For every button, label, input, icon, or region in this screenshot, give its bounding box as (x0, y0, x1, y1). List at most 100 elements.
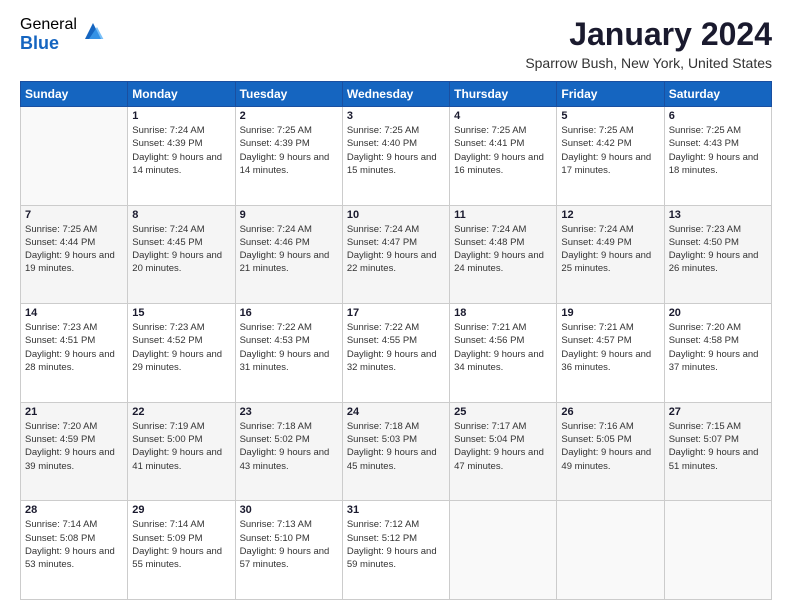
day-number: 20 (669, 307, 767, 319)
calendar-week-4: 21 Sunrise: 7:20 AM Sunset: 4:59 PM Dayli… (21, 402, 772, 501)
day-info: Sunrise: 7:20 AM Sunset: 4:58 PM Dayligh… (669, 321, 767, 374)
day-number: 5 (561, 110, 659, 122)
day-number: 22 (132, 406, 230, 418)
day-info: Sunrise: 7:24 AM Sunset: 4:49 PM Dayligh… (561, 223, 659, 276)
day-info: Sunrise: 7:24 AM Sunset: 4:46 PM Dayligh… (240, 223, 338, 276)
day-number: 12 (561, 209, 659, 221)
logo: General Blue (20, 16, 105, 53)
day-info: Sunrise: 7:25 AM Sunset: 4:41 PM Dayligh… (454, 124, 552, 177)
calendar-week-3: 14 Sunrise: 7:23 AM Sunset: 4:51 PM Dayli… (21, 304, 772, 403)
day-number: 19 (561, 307, 659, 319)
table-row: 17 Sunrise: 7:22 AM Sunset: 4:55 PM Dayli… (342, 304, 449, 403)
day-info: Sunrise: 7:18 AM Sunset: 5:02 PM Dayligh… (240, 420, 338, 473)
day-number: 26 (561, 406, 659, 418)
col-thursday: Thursday (450, 82, 557, 107)
table-row: 30Sunrise: 7:13 AM Sunset: 5:10 PM Dayli… (235, 501, 342, 600)
table-row: 15 Sunrise: 7:23 AM Sunset: 4:52 PM Dayli… (128, 304, 235, 403)
calendar-week-1: 1Sunrise: 7:24 AM Sunset: 4:39 PM Daylig… (21, 107, 772, 206)
table-row: 31Sunrise: 7:12 AM Sunset: 5:12 PM Dayli… (342, 501, 449, 600)
table-row (21, 107, 128, 206)
table-row: 10Sunrise: 7:24 AM Sunset: 4:47 PM Dayli… (342, 205, 449, 304)
day-info: Sunrise: 7:25 AM Sunset: 4:42 PM Dayligh… (561, 124, 659, 177)
col-wednesday: Wednesday (342, 82, 449, 107)
day-info: Sunrise: 7:14 AM Sunset: 5:08 PM Dayligh… (25, 518, 123, 571)
table-row: 24Sunrise: 7:18 AM Sunset: 5:03 PM Dayli… (342, 402, 449, 501)
logo-icon (81, 19, 105, 43)
day-number: 2 (240, 110, 338, 122)
day-number: 10 (347, 209, 445, 221)
day-info: Sunrise: 7:15 AM Sunset: 5:07 PM Dayligh… (669, 420, 767, 473)
table-row (664, 501, 771, 600)
day-info: Sunrise: 7:23 AM Sunset: 4:51 PM Dayligh… (25, 321, 123, 374)
col-monday: Monday (128, 82, 235, 107)
table-row: 13 Sunrise: 7:23 AM Sunset: 4:50 PM Dayli… (664, 205, 771, 304)
day-info: Sunrise: 7:13 AM Sunset: 5:10 PM Dayligh… (240, 518, 338, 571)
day-number: 11 (454, 209, 552, 221)
day-number: 17 (347, 307, 445, 319)
day-number: 28 (25, 504, 123, 516)
day-number: 21 (25, 406, 123, 418)
table-row: 16 Sunrise: 7:22 AM Sunset: 4:53 PM Dayli… (235, 304, 342, 403)
col-saturday: Saturday (664, 82, 771, 107)
day-info: Sunrise: 7:18 AM Sunset: 5:03 PM Dayligh… (347, 420, 445, 473)
table-row: 26 Sunrise: 7:16 AM Sunset: 5:05 PM Dayli… (557, 402, 664, 501)
day-info: Sunrise: 7:14 AM Sunset: 5:09 PM Dayligh… (132, 518, 230, 571)
day-info: Sunrise: 7:17 AM Sunset: 5:04 PM Dayligh… (454, 420, 552, 473)
table-row: 3Sunrise: 7:25 AM Sunset: 4:40 PM Daylig… (342, 107, 449, 206)
day-info: Sunrise: 7:22 AM Sunset: 4:53 PM Dayligh… (240, 321, 338, 374)
day-number: 6 (669, 110, 767, 122)
table-row (557, 501, 664, 600)
day-number: 31 (347, 504, 445, 516)
table-row: 14 Sunrise: 7:23 AM Sunset: 4:51 PM Dayli… (21, 304, 128, 403)
table-row: 19 Sunrise: 7:21 AM Sunset: 4:57 PM Dayli… (557, 304, 664, 403)
table-row: 22 Sunrise: 7:19 AM Sunset: 5:00 PM Dayli… (128, 402, 235, 501)
table-row: 5 Sunrise: 7:25 AM Sunset: 4:42 PM Daylig… (557, 107, 664, 206)
day-number: 23 (240, 406, 338, 418)
calendar-header-row: Sunday Monday Tuesday Wednesday Thursday… (21, 82, 772, 107)
table-row: 18Sunrise: 7:21 AM Sunset: 4:56 PM Dayli… (450, 304, 557, 403)
day-number: 29 (132, 504, 230, 516)
day-info: Sunrise: 7:16 AM Sunset: 5:05 PM Dayligh… (561, 420, 659, 473)
logo-blue: Blue (20, 34, 77, 54)
day-info: Sunrise: 7:25 AM Sunset: 4:44 PM Dayligh… (25, 223, 123, 276)
day-info: Sunrise: 7:25 AM Sunset: 4:43 PM Dayligh… (669, 124, 767, 177)
month-title: January 2024 (525, 16, 772, 53)
day-number: 13 (669, 209, 767, 221)
table-row: 27Sunrise: 7:15 AM Sunset: 5:07 PM Dayli… (664, 402, 771, 501)
calendar-week-5: 28 Sunrise: 7:14 AM Sunset: 5:08 PM Dayli… (21, 501, 772, 600)
day-info: Sunrise: 7:24 AM Sunset: 4:48 PM Dayligh… (454, 223, 552, 276)
table-row: 2Sunrise: 7:25 AM Sunset: 4:39 PM Daylig… (235, 107, 342, 206)
day-number: 9 (240, 209, 338, 221)
day-number: 14 (25, 307, 123, 319)
day-number: 15 (132, 307, 230, 319)
calendar-table: Sunday Monday Tuesday Wednesday Thursday… (20, 81, 772, 600)
day-info: Sunrise: 7:24 AM Sunset: 4:39 PM Dayligh… (132, 124, 230, 177)
table-row: 29 Sunrise: 7:14 AM Sunset: 5:09 PM Dayli… (128, 501, 235, 600)
table-row: 8Sunrise: 7:24 AM Sunset: 4:45 PM Daylig… (128, 205, 235, 304)
table-row: 21 Sunrise: 7:20 AM Sunset: 4:59 PM Dayli… (21, 402, 128, 501)
table-row: 12 Sunrise: 7:24 AM Sunset: 4:49 PM Dayli… (557, 205, 664, 304)
table-row: 23 Sunrise: 7:18 AM Sunset: 5:02 PM Dayli… (235, 402, 342, 501)
day-number: 16 (240, 307, 338, 319)
day-info: Sunrise: 7:20 AM Sunset: 4:59 PM Dayligh… (25, 420, 123, 473)
logo-general: General (20, 16, 77, 34)
day-info: Sunrise: 7:23 AM Sunset: 4:50 PM Dayligh… (669, 223, 767, 276)
calendar-week-2: 7 Sunrise: 7:25 AM Sunset: 4:44 PM Daylig… (21, 205, 772, 304)
day-number: 7 (25, 209, 123, 221)
day-info: Sunrise: 7:19 AM Sunset: 5:00 PM Dayligh… (132, 420, 230, 473)
table-row: 20 Sunrise: 7:20 AM Sunset: 4:58 PM Dayli… (664, 304, 771, 403)
day-info: Sunrise: 7:22 AM Sunset: 4:55 PM Dayligh… (347, 321, 445, 374)
header: General Blue January 2024 Sparrow Bush, … (20, 16, 772, 71)
day-info: Sunrise: 7:23 AM Sunset: 4:52 PM Dayligh… (132, 321, 230, 374)
table-row: 1Sunrise: 7:24 AM Sunset: 4:39 PM Daylig… (128, 107, 235, 206)
day-info: Sunrise: 7:21 AM Sunset: 4:57 PM Dayligh… (561, 321, 659, 374)
day-number: 4 (454, 110, 552, 122)
col-friday: Friday (557, 82, 664, 107)
location-title: Sparrow Bush, New York, United States (525, 55, 772, 71)
table-row (450, 501, 557, 600)
day-number: 8 (132, 209, 230, 221)
table-row: 6 Sunrise: 7:25 AM Sunset: 4:43 PM Daylig… (664, 107, 771, 206)
table-row: 9 Sunrise: 7:24 AM Sunset: 4:46 PM Daylig… (235, 205, 342, 304)
col-tuesday: Tuesday (235, 82, 342, 107)
table-row: 4 Sunrise: 7:25 AM Sunset: 4:41 PM Daylig… (450, 107, 557, 206)
